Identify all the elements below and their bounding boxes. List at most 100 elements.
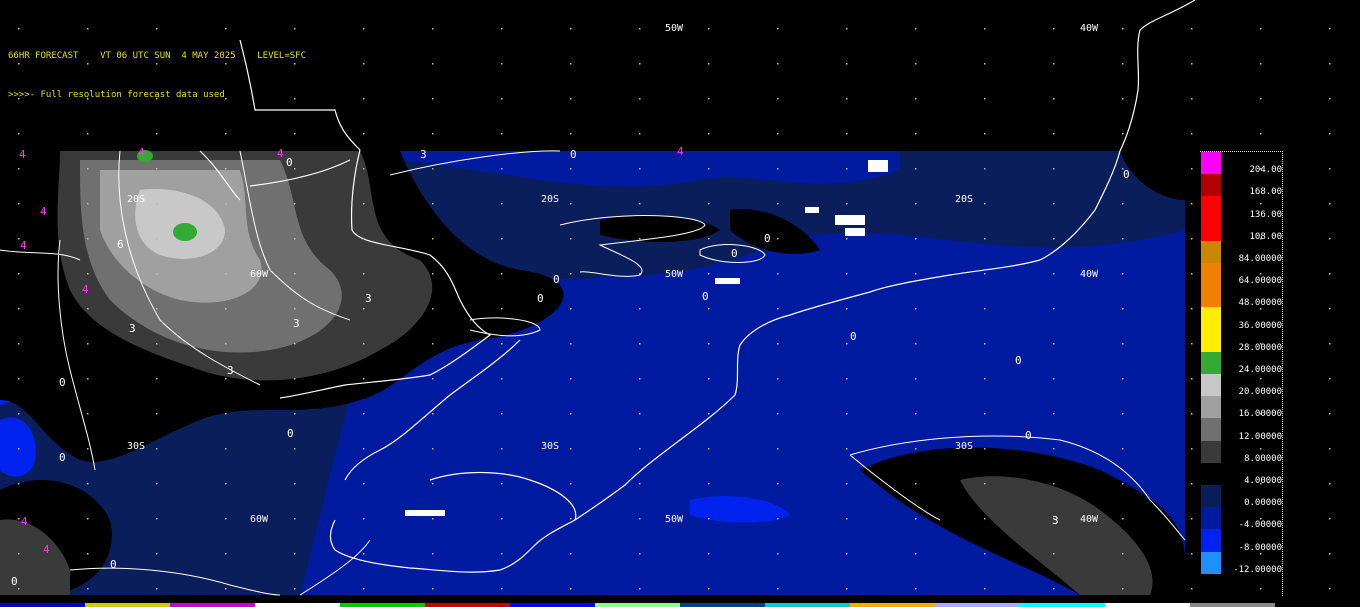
graticule-dot	[1053, 63, 1055, 65]
strip-segment	[765, 603, 850, 607]
graticule-dot	[87, 588, 89, 590]
graticule-dot	[1191, 553, 1193, 555]
graticule-dot	[570, 553, 572, 555]
graticule-dot	[846, 518, 848, 520]
lat-label-20s: 20S	[127, 194, 145, 205]
graticule-dot	[1053, 308, 1055, 310]
graticule-dot	[294, 553, 296, 555]
graticule-dot	[18, 203, 20, 205]
graticule-dot	[87, 308, 89, 310]
strip-segment	[510, 603, 595, 607]
graticule-dot	[846, 273, 848, 275]
graticule-dot	[708, 273, 710, 275]
graticule-dot	[708, 308, 710, 310]
graticule-dot	[639, 28, 641, 30]
legend-level-label: -12.00000	[1233, 564, 1282, 575]
graticule-dot	[984, 203, 986, 205]
graticule-dot	[570, 168, 572, 170]
graticule-dot	[432, 28, 434, 30]
graticule-dot	[18, 448, 20, 450]
graticule-dot	[1122, 63, 1124, 65]
contour-label-magenta: 4	[20, 239, 27, 252]
graticule-dot	[708, 518, 710, 520]
graticule-dot	[708, 133, 710, 135]
graticule-dot	[639, 308, 641, 310]
graticule-dot	[18, 553, 20, 555]
graticule-dot	[363, 203, 365, 205]
graticule-dot	[570, 518, 572, 520]
strip-segment	[0, 603, 85, 607]
graticule-dot	[570, 28, 572, 30]
legend-level-label: 16.00000	[1238, 409, 1282, 420]
graticule-dot	[1191, 518, 1193, 520]
legend-level-label: 168.00	[1249, 187, 1282, 198]
graticule-dot	[1053, 588, 1055, 590]
graticule-dot	[1122, 588, 1124, 590]
graticule-dot	[1191, 308, 1193, 310]
graticule-dot	[156, 168, 158, 170]
graticule-dot	[777, 448, 779, 450]
graticule-dot	[777, 28, 779, 30]
graticule-dot	[708, 483, 710, 485]
graticule-dot	[156, 273, 158, 275]
graticule-dot	[1053, 238, 1055, 240]
graticule-dot	[984, 133, 986, 135]
positive-region-peak	[173, 223, 197, 241]
graticule-dot	[777, 588, 779, 590]
graticule-dot	[18, 133, 20, 135]
graticule-dot	[984, 238, 986, 240]
graticule-dot	[1053, 28, 1055, 30]
contour-label: 3	[293, 317, 300, 330]
graticule-dot	[294, 273, 296, 275]
graticule-dot	[777, 133, 779, 135]
graticule-dot	[915, 518, 917, 520]
graticule-dot	[294, 413, 296, 415]
legend-level-label: 24.00000	[1238, 364, 1282, 375]
graticule-dot	[294, 203, 296, 205]
graticule-dot	[915, 238, 917, 240]
graticule-dot	[639, 448, 641, 450]
graticule-dot	[915, 63, 917, 65]
contour-label: 0	[553, 273, 560, 286]
graticule-dot	[639, 133, 641, 135]
graticule-dot	[501, 238, 503, 240]
graticule-dot	[363, 28, 365, 30]
graticule-dot	[1329, 448, 1331, 450]
graticule-dot	[846, 168, 848, 170]
graticule-dot	[1122, 203, 1124, 205]
graticule-dot	[846, 483, 848, 485]
forecast-header: 66HR FORECAST VT 06 UTC SUN 4 MAY 2025 L…	[8, 24, 306, 115]
graticule-dot	[432, 308, 434, 310]
graticule-dot	[1053, 203, 1055, 205]
legend-swatch	[1201, 174, 1221, 197]
strip-segment	[425, 603, 510, 607]
graticule-dot	[1122, 28, 1124, 30]
graticule-dot	[294, 588, 296, 590]
graticule-dot	[708, 343, 710, 345]
graticule-dot	[708, 63, 710, 65]
graticule-dot	[225, 413, 227, 415]
contour-label: 3	[1052, 514, 1059, 527]
graticule-dot	[156, 483, 158, 485]
strip-segment	[1275, 603, 1360, 607]
graticule-dot	[1260, 28, 1262, 30]
graticule-dot	[363, 448, 365, 450]
graticule-dot	[87, 553, 89, 555]
graticule-dot	[708, 203, 710, 205]
graticule-dot	[1191, 483, 1193, 485]
graticule-dot	[1122, 98, 1124, 100]
graticule-dot	[915, 483, 917, 485]
graticule-dot	[1329, 343, 1331, 345]
graticule-dot	[501, 28, 503, 30]
graticule-dot	[294, 378, 296, 380]
graticule-dot	[501, 203, 503, 205]
graticule-dot	[639, 63, 641, 65]
graticule-dot	[1329, 413, 1331, 415]
graticule-dot	[1329, 518, 1331, 520]
contour-label: 0	[1123, 168, 1130, 181]
graticule-dot	[984, 413, 986, 415]
graticule-dot	[18, 483, 20, 485]
strip-segment	[1190, 603, 1275, 607]
graticule-dot	[1122, 238, 1124, 240]
graticule-dot	[984, 588, 986, 590]
